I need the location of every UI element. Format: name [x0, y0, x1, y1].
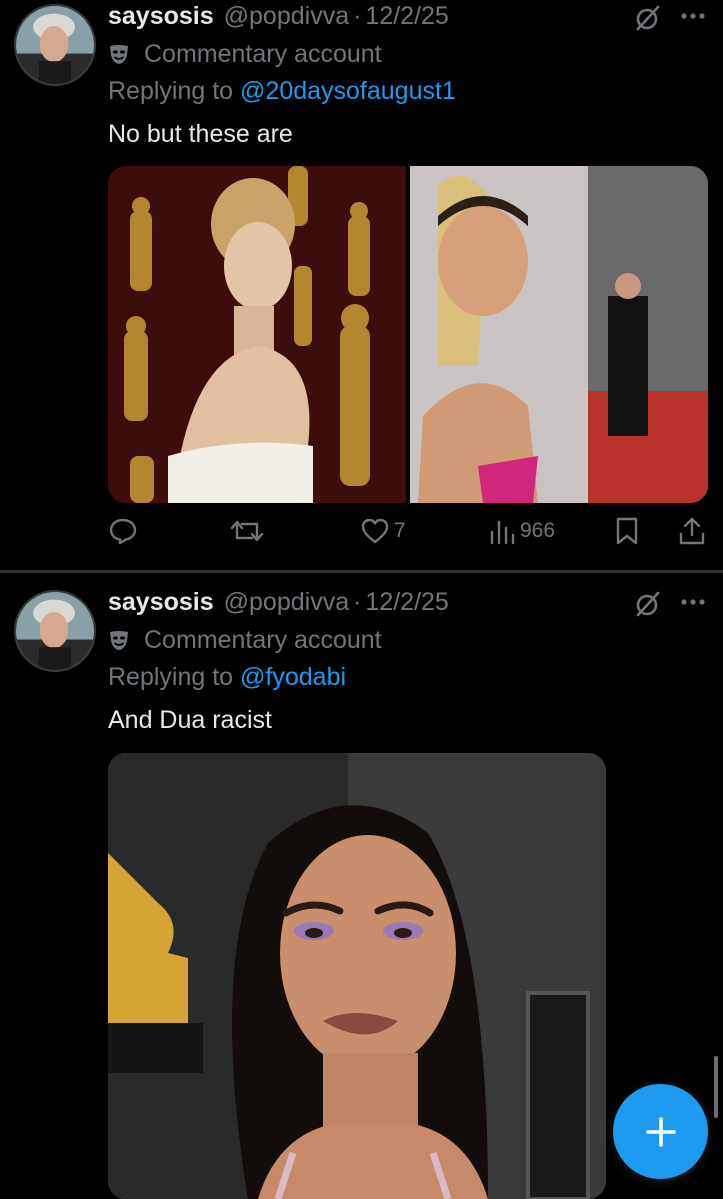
reply-mention-link[interactable]: @20daysofaugust1	[240, 77, 456, 105]
replying-prefix: Replying to	[108, 663, 234, 691]
views-icon	[490, 520, 515, 545]
avatar[interactable]	[14, 590, 96, 672]
post-header: saysosis @popdivva · 12/2/25	[108, 588, 449, 622]
views-button[interactable]: 966	[488, 516, 555, 546]
scrollbar[interactable]	[714, 1056, 718, 1118]
view-count: 966	[520, 519, 556, 542]
post-date[interactable]: 12/2/25	[365, 2, 448, 31]
replying-prefix: Replying to	[108, 77, 234, 105]
user-handle[interactable]: @popdivva	[224, 2, 349, 31]
reply-mention-link[interactable]: @fyodabi	[240, 663, 346, 691]
separator-dot: ·	[353, 2, 362, 30]
plus-icon	[645, 1116, 676, 1147]
like-count: 7	[394, 519, 406, 542]
separator-dot: ·	[353, 588, 362, 616]
heart-icon	[361, 518, 389, 544]
user-handle[interactable]: @popdivva	[224, 588, 349, 617]
reply-post[interactable]: saysosis @popdivva · 12/2/25 Commentary …	[0, 0, 723, 570]
post-header: saysosis @popdivva · 12/2/25	[108, 2, 449, 36]
repost-button[interactable]	[230, 516, 264, 546]
account-label: Commentary account	[108, 38, 382, 70]
display-name[interactable]: saysosis	[108, 2, 214, 31]
reply-icon	[109, 518, 137, 545]
post-text: And Dua racist	[108, 706, 272, 734]
more-icon[interactable]	[679, 11, 707, 21]
display-name[interactable]: saysosis	[108, 588, 214, 617]
share-button[interactable]	[678, 516, 706, 546]
account-label: Commentary account	[108, 624, 382, 656]
share-icon	[679, 517, 705, 545]
grok-icon[interactable]	[634, 4, 662, 32]
photo-left[interactable]	[108, 166, 708, 503]
bookmark-button[interactable]	[613, 516, 641, 546]
account-label-text: Commentary account	[144, 625, 382, 654]
mask-icon	[110, 631, 128, 650]
avatar[interactable]	[14, 4, 96, 86]
like-button[interactable]: 7	[360, 516, 406, 546]
media-grid	[108, 166, 708, 503]
reply-button[interactable]	[108, 516, 138, 546]
bookmark-icon	[616, 517, 638, 545]
mask-icon	[110, 45, 128, 64]
grok-icon[interactable]	[634, 590, 662, 618]
post-text: No but these are	[108, 120, 293, 148]
post-date[interactable]: 12/2/25	[365, 588, 448, 617]
post-photo[interactable]	[108, 753, 606, 1199]
action-bar: 7 966	[108, 516, 708, 552]
photo	[108, 753, 606, 1199]
account-label-text: Commentary account	[144, 39, 382, 68]
repost-icon	[230, 520, 264, 542]
replying-to: Replying to @fyodabi	[108, 663, 346, 692]
reply-post[interactable]: saysosis @popdivva · 12/2/25 Commentary …	[0, 573, 723, 1199]
compose-button[interactable]	[613, 1084, 708, 1179]
replying-to: Replying to @20daysofaugust1	[108, 77, 456, 106]
more-icon[interactable]	[679, 597, 707, 607]
